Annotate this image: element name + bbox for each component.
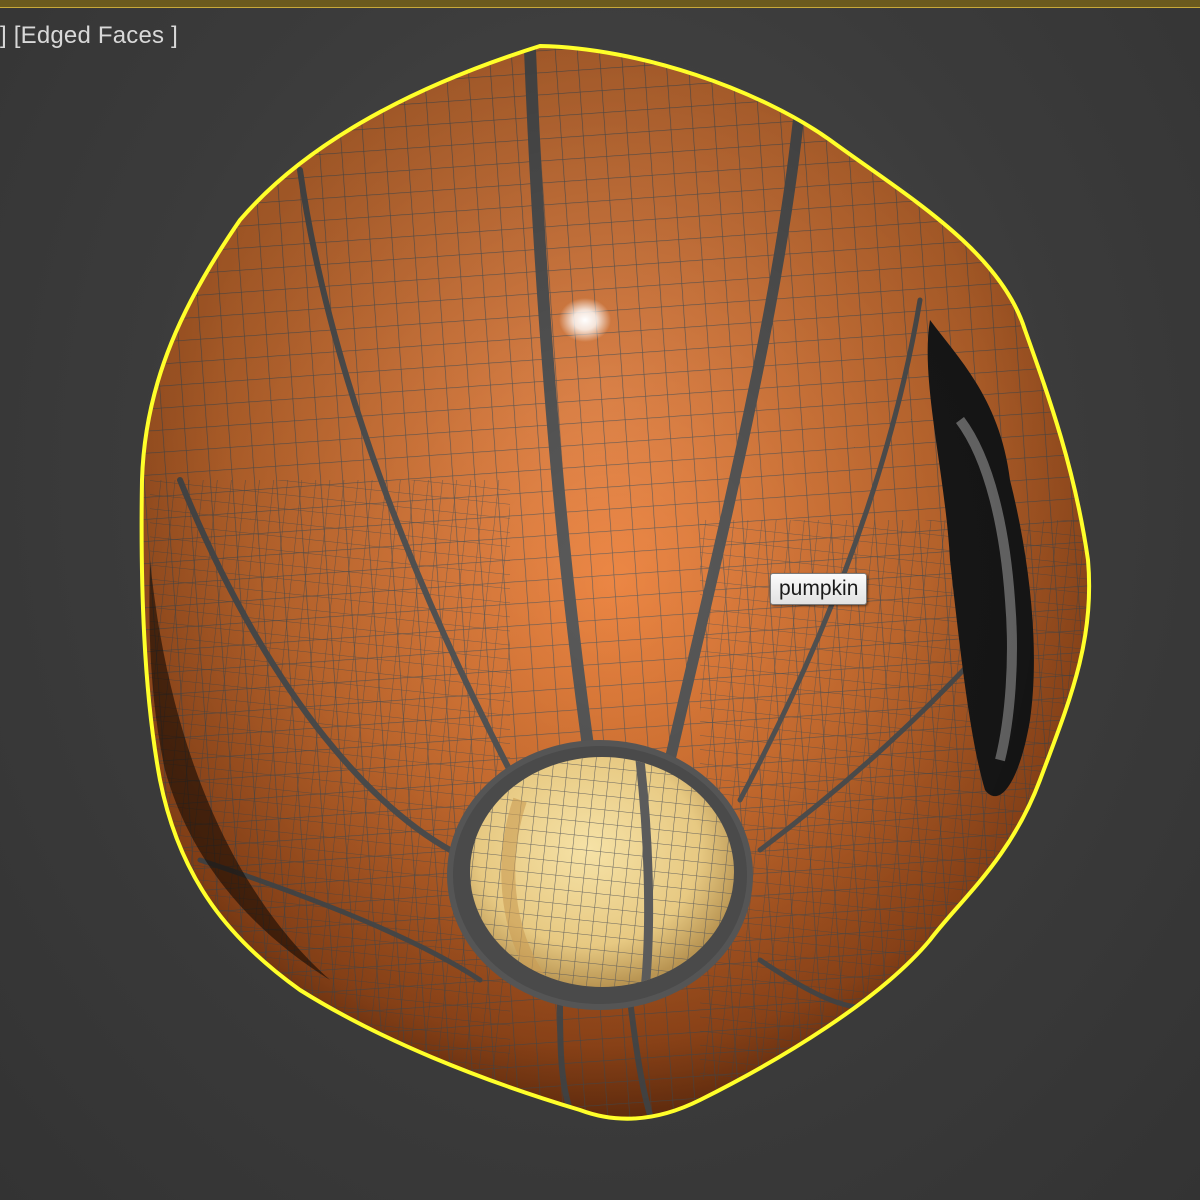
specular-highlight (559, 298, 611, 342)
pumpkin-opening (447, 740, 753, 1010)
viewport[interactable]: ] [Edged Faces ] pumpkin (0, 0, 1200, 1200)
object-name-tooltip: pumpkin (770, 573, 868, 605)
pumpkin-mesh[interactable] (0, 0, 1200, 1200)
scene-canvas[interactable] (0, 0, 1200, 1200)
